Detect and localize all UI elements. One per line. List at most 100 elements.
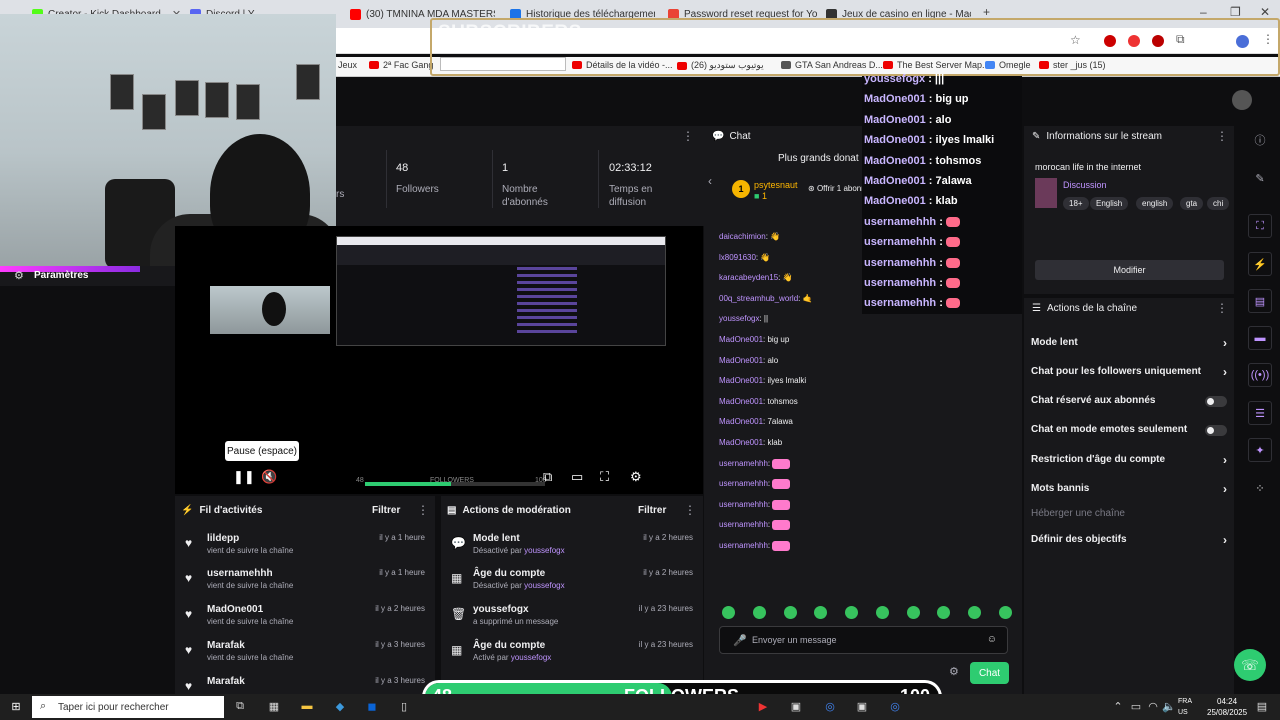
layers-icon[interactable]: ☰ xyxy=(1248,401,1272,425)
chat-username[interactable]: usernamehhh xyxy=(719,541,768,550)
action-slow-mode[interactable]: Mode lent › xyxy=(1031,336,1227,353)
task-view-icon[interactable]: ⧉ xyxy=(232,698,248,714)
chat-username[interactable]: daicachimion xyxy=(719,232,766,241)
taskbar-search[interactable]: ⌕ Taper ici pour rechercher xyxy=(32,696,224,718)
close-window-icon[interactable]: ✕ xyxy=(1260,5,1270,19)
subscribers-only-toggle[interactable] xyxy=(1205,396,1227,407)
more-options-icon[interactable]: ⋮ xyxy=(682,129,694,143)
action-set-goals[interactable]: Définir des objectifs › xyxy=(1031,533,1227,550)
emote-icon[interactable] xyxy=(814,606,828,619)
emotes-only-toggle[interactable] xyxy=(1205,425,1227,436)
theater-mode-icon[interactable]: ▭ xyxy=(571,469,583,485)
notifications-icon[interactable]: ▤ xyxy=(1254,698,1270,714)
chat-username[interactable]: 00q_streamhub_world xyxy=(719,294,798,303)
chat-username[interactable]: MadOne001 xyxy=(719,376,763,385)
pencil-icon[interactable]: ✎ xyxy=(1248,166,1272,190)
volume-icon[interactable]: 🔈 xyxy=(1161,698,1177,714)
gear-icon[interactable]: ⚙ xyxy=(14,269,24,282)
emote-icon[interactable] xyxy=(722,606,735,619)
emote-icon[interactable] xyxy=(752,606,766,619)
emote-icon[interactable] xyxy=(906,606,920,619)
support-chat-button[interactable]: ☏ xyxy=(1234,649,1266,681)
chat-username[interactable]: youssefogx xyxy=(719,314,759,323)
more-options-icon[interactable]: ⋮ xyxy=(684,503,696,517)
action-emotes-only[interactable]: Chat en mode emotes seulement xyxy=(1031,424,1227,440)
chevron-left-icon[interactable]: ‹ xyxy=(708,174,712,188)
keyboard-language[interactable]: FRA US xyxy=(1178,696,1192,718)
new-tab-icon[interactable]: + xyxy=(983,5,990,19)
heart-icon: ♥ xyxy=(185,571,193,585)
chat-username[interactable]: usernamehhh xyxy=(719,500,768,509)
mute-icon[interactable]: 🔇 xyxy=(261,469,277,485)
chat-icon[interactable]: ▬ xyxy=(1248,326,1272,350)
maximize-icon[interactable]: ❐ xyxy=(1230,5,1241,19)
pause-icon[interactable]: ❚❚ xyxy=(233,469,255,485)
chat-username[interactable]: MadOne001 xyxy=(719,417,763,426)
wifi-icon[interactable]: ◠ xyxy=(1145,698,1161,714)
filter-button[interactable]: Filtrer xyxy=(638,505,666,516)
more-options-icon[interactable]: ⋮ xyxy=(417,503,429,517)
windows-start-icon[interactable]: ⊞ xyxy=(8,698,24,714)
file-icon[interactable]: ▯ xyxy=(396,698,412,714)
picture-in-picture-icon[interactable]: ⧉ xyxy=(543,469,552,485)
chrome-icon[interactable]: ◎ xyxy=(822,698,838,714)
top-donator[interactable]: psytesnaut ■ 1 xyxy=(754,180,798,202)
chat-username[interactable]: MadOne001 xyxy=(719,397,763,406)
clock[interactable]: 04:24 25/08/2025 xyxy=(1207,696,1247,718)
list-item: 🗑 youssefogx a supprimé un message il y … xyxy=(451,604,693,626)
chat-username[interactable]: MadOne001 xyxy=(719,438,763,447)
wrench-icon[interactable]: ✦ xyxy=(1248,438,1272,462)
store-icon[interactable]: ▦ xyxy=(266,698,282,714)
microphone-icon[interactable]: 🎤 xyxy=(733,634,747,647)
modify-button[interactable]: Modifier xyxy=(1035,260,1224,280)
chat-input[interactable]: 🎤 Envoyer un message ☺ xyxy=(719,626,1008,654)
emote-icon[interactable] xyxy=(845,606,859,619)
emoji-icon[interactable]: ☺ xyxy=(987,634,997,645)
app-icon[interactable]: ▣ xyxy=(788,698,804,714)
chat-username[interactable]: lx8091630 xyxy=(719,253,756,262)
apps-icon[interactable]: ⁘ xyxy=(1248,476,1272,500)
minimize-icon[interactable]: – xyxy=(1200,5,1207,19)
avatar[interactable] xyxy=(1232,90,1252,110)
action-banned-words[interactable]: Mots bannis › xyxy=(1031,482,1227,499)
action-subscribers-only[interactable]: Chat réservé aux abonnés xyxy=(1031,395,1227,411)
lightning-icon[interactable]: ⚡ xyxy=(1248,252,1272,276)
subscribers-input xyxy=(440,57,566,71)
more-options-icon[interactable]: ⋮ xyxy=(1216,129,1228,143)
fullscreen-icon[interactable]: ⛶ xyxy=(600,469,609,485)
more-options-icon[interactable]: ⋮ xyxy=(1216,301,1228,315)
document-icon[interactable]: ▤ xyxy=(1248,289,1272,313)
vscode-icon[interactable]: ◆ xyxy=(332,698,348,714)
emote-icon[interactable] xyxy=(875,606,889,619)
action-followers-only[interactable]: Chat pour les followers uniquement › xyxy=(1031,365,1227,382)
info-icon[interactable]: ⓘ xyxy=(1248,128,1272,152)
chat-username[interactable]: usernamehhh xyxy=(719,459,768,468)
gear-icon[interactable]: ⚙ xyxy=(630,469,642,485)
bookmark[interactable]: 2ª Fac Gang xyxy=(369,60,433,70)
emote-icon[interactable] xyxy=(998,606,1012,619)
bookmark[interactable]: Jeux xyxy=(338,60,357,70)
chat-username[interactable]: usernamehhh xyxy=(719,479,768,488)
chat-username[interactable]: MadOne001 xyxy=(719,335,763,344)
chat-username[interactable]: MadOne001 xyxy=(719,356,763,365)
crop-icon[interactable]: ⛶ xyxy=(1248,214,1272,238)
emote-icon[interactable] xyxy=(937,606,951,619)
broadcast-icon[interactable]: ((•)) xyxy=(1248,363,1272,387)
folder-icon[interactable]: ▬ xyxy=(299,698,315,714)
gear-icon[interactable]: ⚙ xyxy=(949,665,959,678)
chat-username[interactable]: karacabeyden15 xyxy=(719,273,778,282)
app-icon[interactable]: ▣ xyxy=(854,698,870,714)
filter-button[interactable]: Filtrer xyxy=(372,505,400,516)
youtube-icon[interactable]: ▶ xyxy=(755,698,771,714)
emote-icon[interactable] xyxy=(968,606,982,619)
chrome-icon[interactable]: ◎ xyxy=(887,698,903,714)
emote-icon[interactable] xyxy=(783,606,797,619)
category-link[interactable]: Discussion xyxy=(1063,180,1107,190)
chevron-up-icon[interactable]: ⌃ xyxy=(1110,698,1126,714)
network-icon[interactable]: ▭ xyxy=(1128,698,1144,714)
outlook-icon[interactable]: ◼ xyxy=(364,698,380,714)
send-chat-button[interactable]: Chat xyxy=(970,662,1009,684)
chat-username[interactable]: usernamehhh xyxy=(719,521,768,530)
action-account-age[interactable]: Restriction d'âge du compte › xyxy=(1031,453,1227,470)
settings-label[interactable]: Paramètres xyxy=(34,270,88,281)
